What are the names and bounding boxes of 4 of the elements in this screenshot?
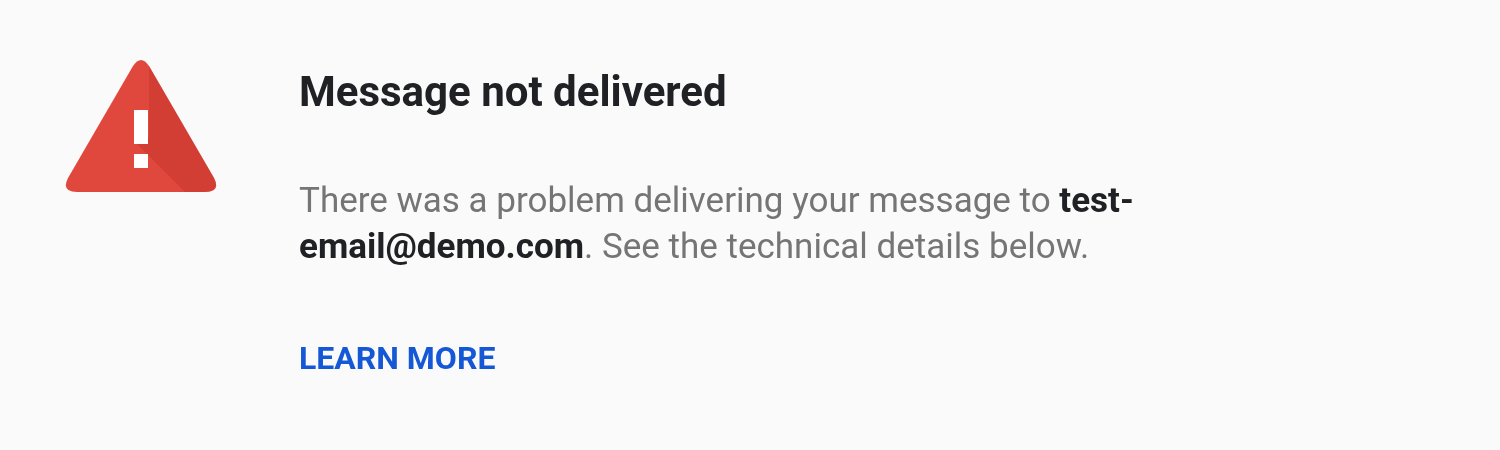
error-message: There was a problem delivering your message to test-email@demo.com. See the technical details below. [299,179,1135,269]
learn-more-link[interactable]: LEARN MORE [299,338,496,378]
warning-icon [65,60,217,194]
page-title: Message not delivered [299,66,727,118]
